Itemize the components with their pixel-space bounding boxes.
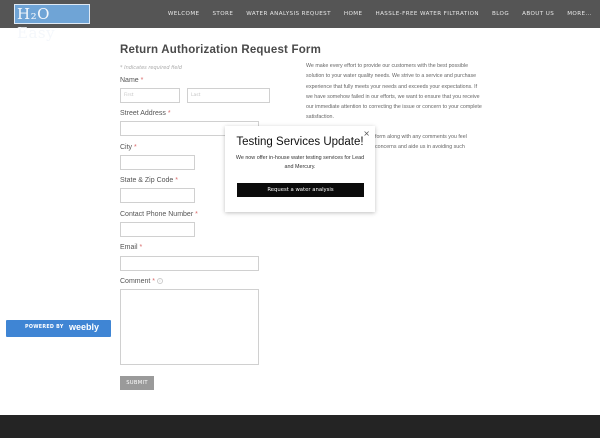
request-water-analysis-button[interactable]: Request a water analysis — [237, 183, 364, 197]
name-label-text: Name — [120, 77, 139, 84]
required-star: * — [140, 77, 144, 84]
state-zip-input[interactable] — [120, 188, 195, 203]
main-nav: WELCOME STORE WATER ANALYSIS REQUEST HOM… — [155, 0, 592, 28]
weebly-logo: weebly — [69, 322, 100, 332]
comment-label-text: Comment — [120, 278, 151, 285]
contact-phone-input[interactable] — [120, 222, 195, 237]
required-star: * — [167, 110, 171, 117]
first-name-input[interactable]: First — [120, 88, 180, 103]
top-navigation-bar: H₂O Easy WELCOME STORE WATER ANALYSIS RE… — [0, 0, 600, 42]
nav-item-welcome[interactable]: WELCOME — [168, 11, 200, 17]
form-title: Return Authorization Request Form — [120, 44, 322, 56]
email-input[interactable] — [120, 256, 259, 271]
powered-by-weebly-badge[interactable]: POWERED BY weebly — [6, 320, 111, 337]
city-label: City * — [120, 144, 137, 151]
site-logo-text: H₂O Easy — [17, 5, 56, 42]
street-address-label: Street Address * — [120, 110, 171, 117]
email-label: Email * — [120, 244, 142, 251]
page-footer — [0, 415, 600, 438]
required-star: * — [175, 177, 178, 184]
last-name-placeholder: Last — [191, 93, 201, 98]
nav-item-more[interactable]: MORE... — [567, 11, 592, 17]
testing-services-popup: × Testing Services Update! We now offer … — [225, 126, 375, 212]
name-label: Name * — [120, 77, 143, 84]
required-star: * — [195, 211, 198, 218]
email-label-text: Email — [120, 244, 138, 251]
required-star: * — [134, 144, 137, 151]
intro-paragraph: We make every effort to provide our cust… — [306, 63, 482, 121]
required-star: * — [152, 278, 156, 285]
nav-item-store[interactable]: STORE — [212, 11, 233, 17]
nav-item-blog[interactable]: BLOG — [492, 11, 509, 17]
nav-item-hassle-free-water-filtration[interactable]: HASSLE-FREE WATER FILTRATION — [375, 11, 479, 17]
contact-phone-label-text: Contact Phone Number — [120, 211, 194, 218]
required-star: * — [139, 244, 143, 251]
required-field-note: * Indicates required field — [120, 65, 182, 71]
nav-item-home[interactable]: HOME — [344, 11, 363, 17]
nav-item-water-analysis-request[interactable]: WATER ANALYSIS REQUEST — [246, 11, 331, 17]
city-label-text: City — [120, 144, 133, 151]
popup-title: Testing Services Update! — [236, 136, 364, 148]
contact-phone-label: Contact Phone Number * — [120, 211, 198, 218]
city-input[interactable] — [120, 155, 195, 170]
nav-item-about-us[interactable]: ABOUT US — [522, 11, 554, 17]
submit-button[interactable]: SUBMIT — [120, 376, 154, 390]
site-logo[interactable]: H₂O Easy — [14, 4, 90, 42]
help-icon[interactable]: i — [156, 278, 163, 285]
first-name-placeholder: First — [124, 93, 134, 98]
comment-label: Comment * i — [120, 278, 163, 285]
state-zip-label: State & Zip Code * — [120, 177, 178, 184]
state-zip-label-text: State & Zip Code — [120, 177, 174, 184]
last-name-input[interactable]: Last — [187, 88, 270, 103]
popup-body: We now offer in-house water testing serv… — [235, 155, 365, 170]
street-address-label-text: Street Address — [120, 110, 166, 117]
comment-textarea[interactable] — [120, 289, 259, 365]
powered-by-text: POWERED BY — [25, 325, 64, 330]
